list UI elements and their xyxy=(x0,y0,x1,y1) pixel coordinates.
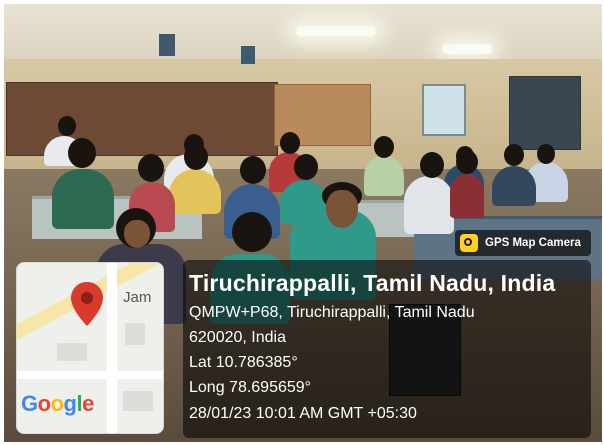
student xyxy=(404,176,454,234)
map-pin-icon xyxy=(71,282,103,326)
student-head xyxy=(537,144,555,164)
wall-poster xyxy=(241,46,255,64)
student xyxy=(450,174,484,218)
gps-badge-label: GPS Map Camera xyxy=(485,237,581,249)
camera-icon xyxy=(460,234,478,252)
window xyxy=(422,84,466,136)
map-block xyxy=(57,343,87,361)
location-city: Tiruchirappalli, Tamil Nadu, India xyxy=(189,270,556,296)
student-head xyxy=(420,152,444,178)
student xyxy=(364,156,404,196)
student-face xyxy=(124,220,150,248)
student-head xyxy=(294,154,318,180)
student xyxy=(169,169,221,214)
map-block xyxy=(125,323,145,345)
student-face xyxy=(326,190,358,228)
student-head xyxy=(374,136,394,158)
google-logo: Google xyxy=(21,391,94,416)
door xyxy=(509,76,581,150)
student-head xyxy=(184,144,208,170)
student-head xyxy=(240,156,266,184)
student-head xyxy=(232,212,272,252)
student xyxy=(492,166,536,206)
map-block xyxy=(123,391,153,411)
latitude: Lat 10.786385° xyxy=(189,354,298,371)
wall-poster xyxy=(159,34,175,56)
map-thumbnail: Jam Google xyxy=(16,262,164,434)
ceiling-light xyxy=(296,26,376,36)
student-head xyxy=(504,144,524,166)
student-head xyxy=(280,132,300,154)
photo-frame: GPS Map Camera Tiruchirappalli, Tamil Na… xyxy=(0,0,604,445)
map-road xyxy=(107,263,117,433)
student-head xyxy=(456,150,478,174)
address-line-2: 620020, India xyxy=(189,329,286,346)
map-street-label: Jam xyxy=(123,289,152,306)
student-head xyxy=(68,138,96,168)
student-head xyxy=(138,154,164,182)
gps-map-camera-badge: GPS Map Camera xyxy=(455,230,591,256)
longitude: Long 78.695659° xyxy=(189,379,312,396)
location-info-panel: Tiruchirappalli, Tamil Nadu, India QMPW+… xyxy=(183,260,591,438)
ceiling-light xyxy=(442,44,492,54)
timestamp: 28/01/23 10:01 AM GMT +05:30 xyxy=(189,405,417,422)
map-road xyxy=(17,371,163,379)
student xyxy=(52,169,114,229)
address-line-1: QMPW+P68, Tiruchirappalli, Tamil Nadu xyxy=(189,304,475,321)
student-head xyxy=(58,116,76,136)
